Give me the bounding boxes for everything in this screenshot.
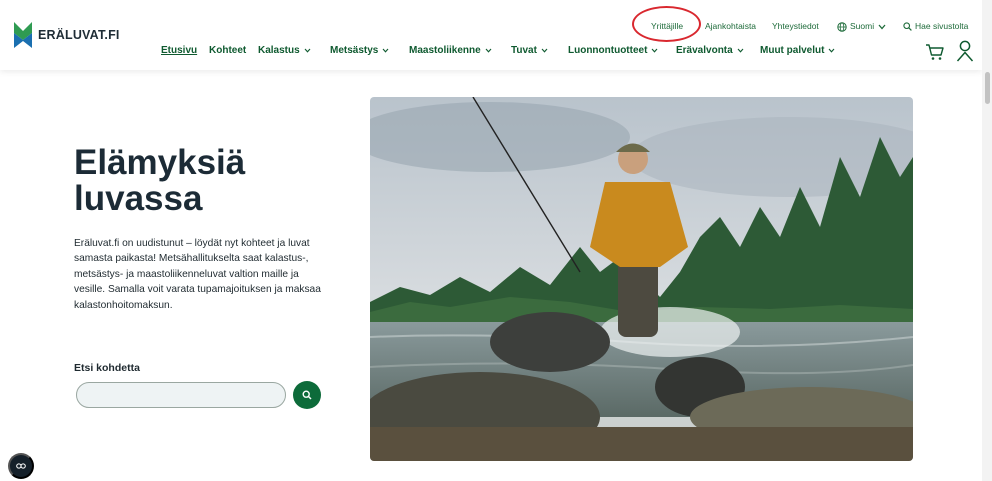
nav-label: Muut palvelut [760,45,825,56]
chevron-down-icon [878,24,886,30]
hero-image-fly-fishing [370,97,913,461]
chevron-down-icon [737,48,744,53]
nav-muut-palvelut[interactable]: Muut palvelut [760,45,835,56]
user-account-button[interactable] [956,40,974,67]
nav-eravalvonta[interactable]: Erävalvonta [676,45,744,56]
hero-illustration [370,97,913,461]
search-icon [302,390,312,400]
search-label: Etsi kohdetta [74,362,140,374]
nav-kalastus[interactable]: Kalastus [258,45,311,56]
cart-button[interactable] [925,43,945,66]
search-icon [903,22,912,32]
nav-label: Metsästys [330,45,379,56]
chevron-down-icon [652,48,658,53]
site-search-link[interactable]: Hae sivustolta [903,21,969,32]
page-scrollbar[interactable] [982,0,992,481]
user-icon [956,40,974,62]
site-logo[interactable]: ERÄLUVAT.FI [14,22,120,48]
logo-text: ERÄLUVAT.FI [38,28,120,42]
nav-label: Tuvat [511,45,537,56]
nav-metsastys[interactable]: Metsästys [330,45,389,56]
site-header: ERÄLUVAT.FI Yrittäjille Ajankohtaista Yh… [0,0,982,70]
chevron-down-icon [541,48,548,53]
chevron-down-icon [382,48,389,53]
scrollbar-thumb[interactable] [985,72,990,104]
nav-label: Maastoliikenne [409,45,481,56]
globe-icon [837,22,847,32]
logo-mark-icon [14,22,32,48]
chevron-down-icon [829,48,835,53]
hero-title: Elämyksiä luvassa [74,143,246,218]
cart-icon [926,44,944,60]
nav-kohteet[interactable]: Kohteet [209,45,246,56]
nav-label: Kohteet [209,45,247,56]
nav-label: Etusivu [161,45,198,56]
chevron-down-icon [485,48,492,53]
nav-label: Erävalvonta [676,45,733,56]
hero-text: Eräluvat.fi on uudistunut – löydät nyt k… [74,238,321,311]
language-label: Suomi [850,21,875,31]
util-link-yhteystiedot[interactable]: Yhteystiedot [772,21,819,31]
cookie-settings-button[interactable] [8,453,34,479]
nav-maastoliikenne[interactable]: Maastoliikenne [409,45,492,56]
nav-luonnontuotteet[interactable]: Luonnontuotteet [568,45,658,56]
language-selector[interactable]: Suomi [837,21,889,32]
site-search-label: Hae sivustolta [915,21,969,31]
search-submit-button[interactable] [293,381,321,409]
chevron-down-icon [304,48,311,53]
nav-label: Kalastus [258,45,300,56]
nav-label: Luonnontuotteet [568,45,648,56]
util-link-ajankohtaista[interactable]: Ajankohtaista [705,21,756,31]
nav-etusivu[interactable]: Etusivu [161,45,197,56]
util-link-yrittajille[interactable]: Yrittäjille [651,21,683,31]
nav-tuvat[interactable]: Tuvat [511,45,548,56]
destination-search-input[interactable] [76,382,286,408]
cookie-icon [16,463,26,469]
